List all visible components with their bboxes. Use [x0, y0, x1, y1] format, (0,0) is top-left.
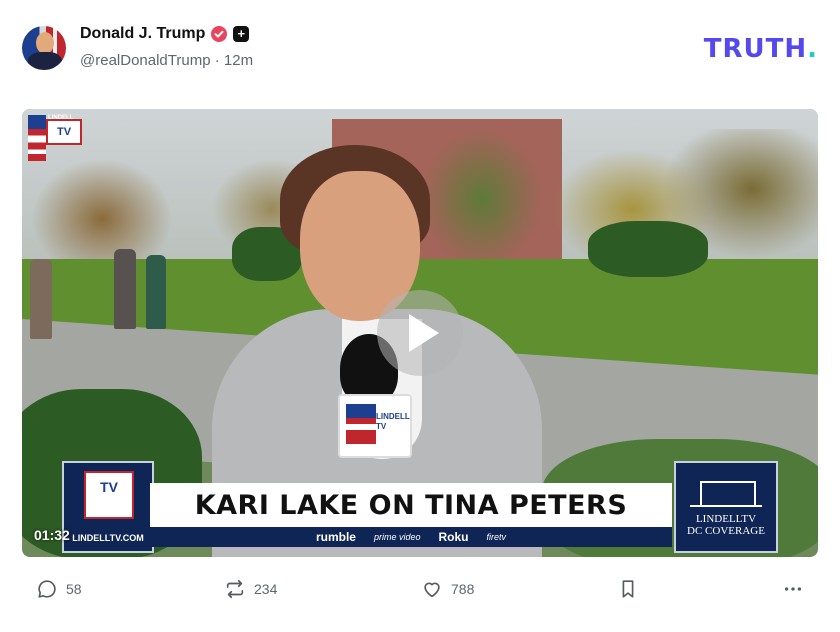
avatar-face [36, 32, 54, 54]
video-timestamp: 01:32 [34, 527, 70, 543]
dc-coverage-text: LINDELLTV DC COVERAGE [676, 513, 776, 537]
brand-name: TRUTH [703, 34, 808, 64]
play-icon[interactable] [377, 290, 463, 376]
bookmark-icon [622, 580, 634, 598]
bookmark-button[interactable] [617, 578, 639, 600]
more-button[interactable] [782, 578, 804, 600]
lower-third-logo-text: TV [100, 479, 118, 495]
heart-icon [424, 582, 440, 598]
lower-third-banner: TV LINDELLTV.COM KARI LAKE ON TINA PETER… [62, 461, 818, 553]
flag-icon [28, 115, 46, 161]
video-scene-hedge [588, 221, 708, 277]
post-time[interactable]: 12m [224, 52, 253, 69]
lower-third-headline-box: KARI LAKE ON TINA PETERS [150, 483, 672, 527]
plus-badge-icon: + [233, 26, 250, 42]
channel-logo-text: TV [46, 119, 82, 145]
lower-third-logo-box: TV [84, 471, 134, 519]
repost-button[interactable]: 234 [224, 578, 277, 600]
repost-icon [226, 579, 244, 599]
mic-flag-logo: LINDELL TV [338, 394, 412, 458]
author-handle[interactable]: @realDonaldTrump [80, 52, 211, 69]
video-scene-person [30, 259, 52, 339]
post-actions: 58 234 788 [0, 578, 840, 608]
partner-prime-video: prime video [373, 532, 421, 542]
video-scene-person [114, 249, 136, 329]
comment-icon [38, 580, 56, 598]
lower-third-logo: TV LINDELLTV.COM [62, 461, 154, 553]
partner-firetv: firetv [486, 532, 507, 542]
truth-logo[interactable]: TRUTH. [704, 34, 818, 64]
lower-third-site: LINDELLTV.COM [72, 533, 144, 543]
white-house-icon [690, 475, 762, 507]
flag-icon [346, 404, 376, 444]
partner-strip: rumble prime video Roku firetv [150, 527, 672, 547]
video-scene-person [146, 255, 166, 329]
time-separator: · [214, 52, 220, 69]
handle-row: @realDonaldTrump · 12m [80, 52, 253, 69]
more-dots-icon [784, 587, 802, 591]
partner-rumble: rumble [315, 530, 356, 544]
like-count: 788 [451, 581, 475, 597]
channel-logo: LINDELL TV [28, 115, 82, 161]
video-player[interactable]: LINDELL TV LINDELL TV TV LINDELLTV.COM K… [22, 109, 818, 557]
repost-count: 234 [254, 581, 278, 597]
dc-coverage-logo: LINDELLTV DC COVERAGE [674, 461, 778, 553]
avatar[interactable] [22, 26, 66, 70]
verified-badge-icon [211, 26, 228, 42]
like-button[interactable]: 788 [421, 578, 474, 600]
author-row: Donald J. Trump + [80, 25, 250, 43]
reply-button[interactable]: 58 [36, 578, 82, 600]
dc-coverage-line2: DC COVERAGE [687, 525, 765, 537]
reply-count: 58 [66, 581, 82, 597]
partner-roku: Roku [438, 530, 469, 544]
lower-third-headline: KARI LAKE ON TINA PETERS [194, 489, 628, 521]
author-name[interactable]: Donald J. Trump [80, 25, 205, 43]
brand-dot: . [807, 34, 818, 64]
avatar-suit [28, 52, 62, 70]
mic-flag-text: LINDELL TV [376, 412, 410, 431]
dc-coverage-line1: LINDELLTV [695, 513, 757, 525]
